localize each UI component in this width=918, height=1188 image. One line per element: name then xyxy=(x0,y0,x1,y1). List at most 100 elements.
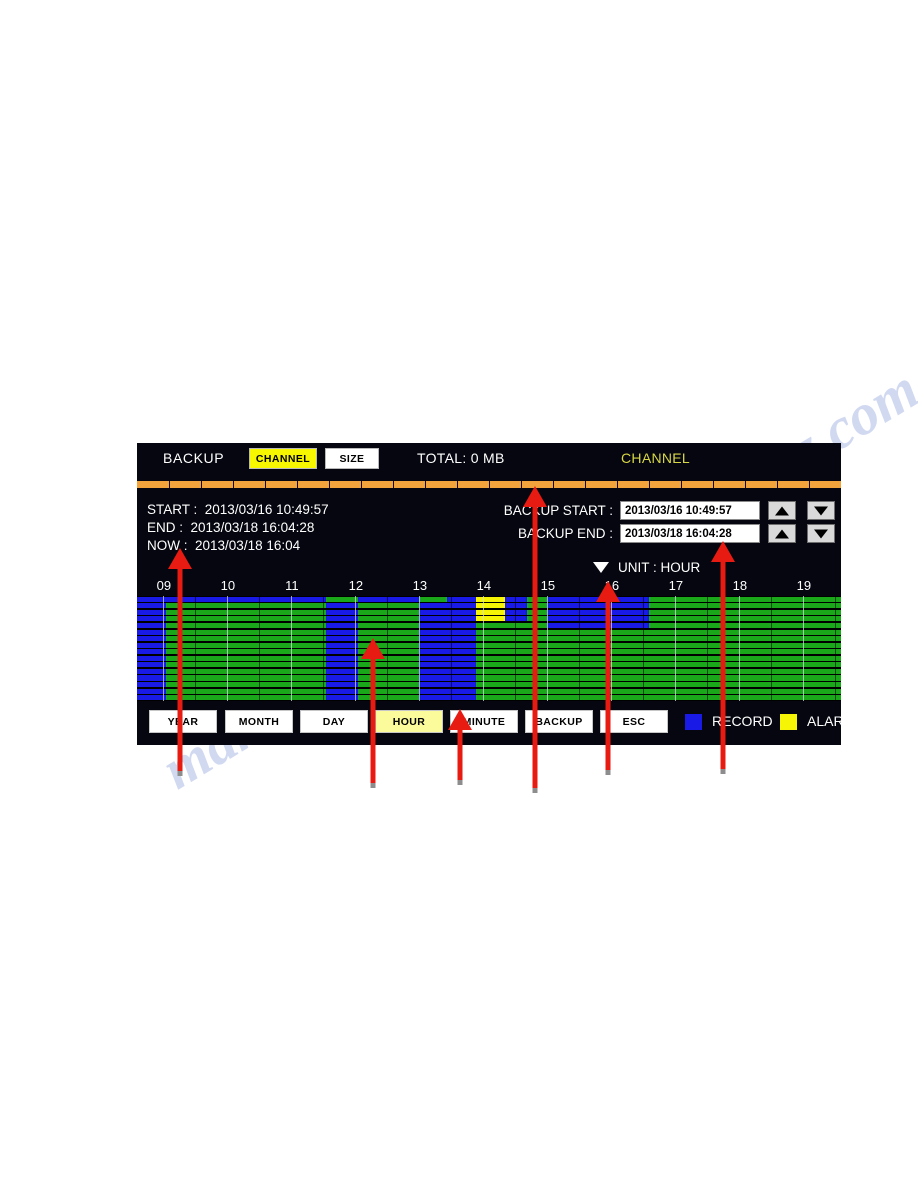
timeline-hour-tick: 14 xyxy=(476,578,492,593)
scale-tick xyxy=(457,481,458,488)
timeline-hour-tick: 11 xyxy=(285,578,299,593)
page-title: BACKUP xyxy=(163,450,225,466)
dvr-backup-panel: BACKUP CHANNEL SIZE TOTAL: 0 MB CHANNEL … xyxy=(137,443,841,745)
scale-tick xyxy=(617,481,618,488)
arrow-stem xyxy=(457,723,463,783)
footer-button-month[interactable]: MONTH xyxy=(225,710,293,733)
arrow-tail-cap xyxy=(532,788,538,793)
timeline-segment-record xyxy=(325,688,358,694)
triangle-down-icon xyxy=(593,562,609,573)
timeline-hour-axis: 09 10 11 12 13 14 15 16 17 18 19 xyxy=(137,578,841,596)
orange-scale-bar[interactable] xyxy=(137,481,841,488)
footer-toolbar: YEAR MONTH DAY HOUR MINUTE BACKUP ESC RECORD ALA… xyxy=(137,707,841,739)
timeline-segment-record xyxy=(418,662,477,668)
timeline-segment-normal xyxy=(649,616,841,622)
timeline-segment-record xyxy=(325,642,358,648)
timeline-segment-normal xyxy=(325,596,358,602)
backup-start-increase-button[interactable] xyxy=(768,501,796,520)
timeline-segment-record xyxy=(325,609,358,615)
timeline-segment-record xyxy=(137,636,166,642)
timeline-segment-record xyxy=(325,636,358,642)
scale-tick xyxy=(553,481,554,488)
end-value: 2013/03/18 16:04:28 xyxy=(190,520,315,535)
arrow-stem xyxy=(720,555,726,772)
arrow-tail-cap xyxy=(457,780,463,785)
timeline-segment-record xyxy=(418,649,477,655)
arrow-stem xyxy=(605,595,611,773)
timeline-segment-record xyxy=(325,662,358,668)
timeline-segment-record xyxy=(137,662,166,668)
scale-tick xyxy=(745,481,746,488)
legend-swatch-alarm xyxy=(780,714,797,730)
timeline-segment-record xyxy=(137,596,326,602)
footer-button-day[interactable]: DAY xyxy=(300,710,368,733)
timeline-segment-record xyxy=(418,622,477,629)
arrow-to-unit-marker xyxy=(596,581,620,775)
timeline-segment-alarm xyxy=(476,609,505,615)
timeline-segment-record xyxy=(137,642,166,648)
timeline-segment-record xyxy=(418,695,477,701)
timeline-segment-record xyxy=(137,675,166,681)
now-value: 2013/03/18 16:04 xyxy=(195,538,301,553)
footer-button-hour[interactable]: HOUR xyxy=(375,710,443,733)
timeline-segment-normal xyxy=(649,603,841,609)
timeline-segment-normal xyxy=(357,616,419,622)
timeline-hour-tick: 17 xyxy=(668,578,684,593)
timeline-segment-normal xyxy=(357,629,419,635)
backup-start-input[interactable]: 2013/03/16 10:49:57 xyxy=(620,501,760,520)
total-size-label: TOTAL: 0 MB xyxy=(417,450,505,466)
scale-tick xyxy=(809,481,810,488)
scale-tick xyxy=(681,481,682,488)
timeline-segment-normal xyxy=(357,603,419,609)
unit-selector[interactable]: UNIT : HOUR xyxy=(593,560,700,575)
timeline-segment-record xyxy=(418,629,477,635)
timeline-segment-record xyxy=(418,642,477,648)
scale-tick xyxy=(777,481,778,488)
timeline-segment-alarm xyxy=(476,616,505,622)
header-channel-button[interactable]: CHANNEL xyxy=(249,448,317,469)
timeline-segment-normal xyxy=(649,622,841,629)
timeline-channel-row[interactable] xyxy=(137,694,841,701)
timeline-grid[interactable] xyxy=(137,596,841,701)
arrow-to-backup-end-field xyxy=(711,541,735,774)
scale-tick xyxy=(233,481,234,488)
triangle-up-icon xyxy=(775,506,789,515)
timeline-segment-record xyxy=(325,675,358,681)
timeline-hour-tick: 10 xyxy=(220,578,236,593)
timeline-hour-tick: 12 xyxy=(348,578,364,593)
unit-label: UNIT : HOUR xyxy=(618,560,701,575)
timeline-segment-normal xyxy=(357,622,419,629)
timeline-segment-record xyxy=(418,636,477,642)
timeline-segment-record xyxy=(325,603,358,609)
scale-tick xyxy=(489,481,490,488)
timeline-segment-record xyxy=(325,682,358,688)
timeline-segment-normal xyxy=(649,596,841,602)
panel-header: BACKUP CHANNEL SIZE TOTAL: 0 MB CHANNEL xyxy=(137,443,841,476)
backup-end-decrease-button[interactable] xyxy=(807,524,835,543)
scale-tick xyxy=(425,481,426,488)
backup-start-decrease-button[interactable] xyxy=(807,501,835,520)
arrow-tail-cap xyxy=(605,770,611,775)
arrow-tail-cap xyxy=(370,783,376,788)
timeline-segment-record xyxy=(418,616,477,622)
timeline-segment-record xyxy=(418,682,477,688)
triangle-down-icon xyxy=(814,529,828,538)
timeline-segment-record xyxy=(137,682,166,688)
timeline-segment-record xyxy=(137,668,166,674)
timeline-segment-record xyxy=(418,609,477,615)
scale-tick xyxy=(169,481,170,488)
timeline-segment-record xyxy=(418,603,477,609)
backup-end-input[interactable]: 2013/03/18 16:04:28 xyxy=(620,524,760,543)
header-size-button[interactable]: SIZE xyxy=(325,448,379,469)
end-label: END : xyxy=(147,520,184,535)
scale-tick xyxy=(713,481,714,488)
arrow-to-timeline-blue-bar xyxy=(361,638,385,788)
legend-label-alarm: ALARM xyxy=(807,713,841,729)
arrow-to-orange-scale-bar xyxy=(523,486,547,793)
arrow-stem xyxy=(532,500,538,791)
timeline-segment-record xyxy=(137,609,166,615)
backup-end-increase-button[interactable] xyxy=(768,524,796,543)
timeline-segment-record xyxy=(325,629,358,635)
timeline-hour-tick: 13 xyxy=(412,578,428,593)
mode-label: CHANNEL xyxy=(621,450,691,466)
